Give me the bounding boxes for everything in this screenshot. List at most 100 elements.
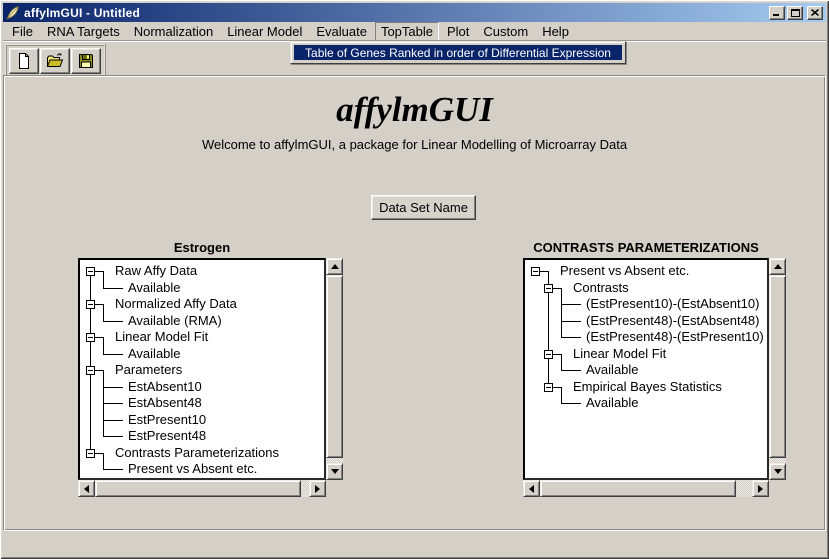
tree-row[interactable]: Available (RMA) xyxy=(84,313,324,330)
menu-title-rna-targets[interactable]: RNA Targets xyxy=(41,22,126,41)
tree-row[interactable]: Present vs Absent etc. xyxy=(529,263,767,280)
tree-node-label[interactable]: Linear Model Fit xyxy=(573,346,666,363)
tree-node-label[interactable]: Contrasts Parameterizations xyxy=(115,445,279,462)
tree-node-label[interactable]: EstAbsent48 xyxy=(128,395,202,412)
scroll-left-button[interactable] xyxy=(523,480,540,497)
right-tree-heading: CONTRASTS PARAMETERIZATIONS xyxy=(523,240,769,256)
tree-row[interactable]: Parameters xyxy=(84,362,324,379)
menu-title-custom[interactable]: Custom xyxy=(477,22,534,41)
tree-node-label[interactable]: Available xyxy=(586,362,639,379)
tree-row[interactable]: EstAbsent10 xyxy=(84,379,324,396)
left-vertical-scrollbar[interactable] xyxy=(326,258,343,480)
menu-title-toptable[interactable]: TopTable xyxy=(375,22,439,41)
tree-node-label[interactable]: Present vs Absent etc. xyxy=(560,263,689,280)
scrollbar-thumb[interactable] xyxy=(540,480,736,497)
tree-expand-box-icon[interactable] xyxy=(542,280,555,297)
scrollbar-thumb[interactable] xyxy=(326,275,343,458)
tree-line xyxy=(542,313,555,330)
tree-line xyxy=(555,329,568,346)
scroll-right-button[interactable] xyxy=(752,480,769,497)
tree-node-label[interactable]: EstPresent48 xyxy=(128,428,206,445)
tree-node-label[interactable]: Available xyxy=(128,280,181,297)
tree-row[interactable]: EstAbsent48 xyxy=(84,395,324,412)
tree-line xyxy=(97,329,110,346)
tree-expand-box-icon[interactable] xyxy=(529,263,542,280)
tree-node-label[interactable]: Present vs Absent etc. xyxy=(128,461,257,478)
tree-row[interactable]: (EstPresent48)-(EstPresent10) xyxy=(529,329,767,346)
tree-node-label[interactable]: Available (RMA) xyxy=(128,313,222,330)
app-title: affylmGUI xyxy=(0,90,829,130)
tree-node-label[interactable]: EstPresent10 xyxy=(128,412,206,429)
title-bar[interactable]: affylmGUI - Untitled xyxy=(3,3,826,22)
toolbar xyxy=(5,44,106,78)
tree-expand-box-icon[interactable] xyxy=(542,346,555,363)
tree-expand-box-icon[interactable] xyxy=(84,329,97,346)
maximize-button[interactable] xyxy=(787,6,803,20)
tree-node-label[interactable]: Normalized Affy Data xyxy=(115,296,237,313)
right-tree-listbox[interactable]: Present vs Absent etc.Contrasts(EstPrese… xyxy=(523,258,769,480)
tree-row[interactable]: Linear Model Fit xyxy=(529,346,767,363)
menu-title-file[interactable]: File xyxy=(6,22,39,41)
scroll-right-button[interactable] xyxy=(309,480,326,497)
tree-row[interactable]: Available xyxy=(529,395,767,412)
tree-line xyxy=(97,395,110,412)
tree-line xyxy=(97,362,110,379)
tree-row[interactable]: Available xyxy=(529,362,767,379)
tree-row[interactable]: (EstPresent48)-(EstAbsent48) xyxy=(529,313,767,330)
tree-node-label[interactable]: (EstPresent10)-(EstAbsent10) xyxy=(586,296,759,313)
scrollbar-thumb[interactable] xyxy=(769,275,786,458)
tree-node-label[interactable]: Linear Model Fit xyxy=(115,329,208,346)
tree-expand-box-icon[interactable] xyxy=(84,445,97,462)
tree-row[interactable]: Available xyxy=(84,280,324,297)
close-button[interactable] xyxy=(807,6,823,20)
tree-row[interactable]: Linear Model Fit xyxy=(84,329,324,346)
tree-row[interactable]: Normalized Affy Data xyxy=(84,296,324,313)
scrollbar-thumb[interactable] xyxy=(95,480,301,497)
tree-row[interactable]: Contrasts xyxy=(529,280,767,297)
tree-node-label[interactable]: (EstPresent48)-(EstPresent10) xyxy=(586,329,764,346)
tree-row[interactable]: EstPresent10 xyxy=(84,412,324,429)
tree-line xyxy=(529,346,542,363)
tree-row[interactable]: Present vs Absent etc. xyxy=(84,461,324,478)
tree-row[interactable]: Available xyxy=(84,346,324,363)
tree-row[interactable]: Contrasts Parameterizations xyxy=(84,445,324,462)
tree-node-label[interactable]: Raw Affy Data xyxy=(115,263,197,280)
tree-node-label[interactable]: (EstPresent48)-(EstAbsent48) xyxy=(586,313,759,330)
data-set-name-button[interactable]: Data Set Name xyxy=(371,195,476,220)
scroll-up-button[interactable] xyxy=(326,258,343,275)
tree-expand-box-icon[interactable] xyxy=(84,362,97,379)
minimize-button[interactable] xyxy=(769,6,785,20)
menu-title-normalization[interactable]: Normalization xyxy=(128,22,219,41)
tree-expand-box-icon[interactable] xyxy=(84,263,97,280)
menu-title-linear-model[interactable]: Linear Model xyxy=(221,22,308,41)
tree-node-label[interactable]: Parameters xyxy=(115,362,182,379)
scroll-up-button[interactable] xyxy=(769,258,786,275)
left-tree-listbox[interactable]: Raw Affy DataAvailableNormalized Affy Da… xyxy=(78,258,326,480)
tree-expand-box-icon[interactable] xyxy=(542,379,555,396)
menu-title-plot[interactable]: Plot xyxy=(441,22,475,41)
tree-row[interactable]: (EstPresent10)-(EstAbsent10) xyxy=(529,296,767,313)
right-horizontal-scrollbar[interactable] xyxy=(523,480,769,497)
scroll-left-button[interactable] xyxy=(78,480,95,497)
tree-node-label[interactable]: Empirical Bayes Statistics xyxy=(573,379,722,396)
tree-node-label[interactable]: Available xyxy=(128,346,181,363)
scroll-down-button[interactable] xyxy=(769,463,786,480)
tree-expand-box-icon[interactable] xyxy=(84,296,97,313)
left-horizontal-scrollbar[interactable] xyxy=(78,480,326,497)
tree-line xyxy=(84,412,97,429)
new-file-button[interactable] xyxy=(9,48,39,74)
tree-row[interactable]: Raw Affy Data xyxy=(84,263,324,280)
menu-title-help[interactable]: Help xyxy=(536,22,575,41)
open-file-button[interactable] xyxy=(40,48,70,74)
tree-row[interactable]: Empirical Bayes Statistics xyxy=(529,379,767,396)
scroll-down-button[interactable] xyxy=(326,463,343,480)
tree-row[interactable]: EstPresent48 xyxy=(84,428,324,445)
right-vertical-scrollbar[interactable] xyxy=(769,258,786,480)
menu-title-evaluate[interactable]: Evaluate xyxy=(310,22,373,41)
tree-node-label[interactable]: Available xyxy=(586,395,639,412)
menu-item-toptable-ranked-genes[interactable]: Table of Genes Ranked in order of Differ… xyxy=(294,45,622,60)
tree-line xyxy=(555,379,568,396)
tree-node-label[interactable]: Contrasts xyxy=(573,280,629,297)
save-file-button[interactable] xyxy=(71,48,101,74)
tree-node-label[interactable]: EstAbsent10 xyxy=(128,379,202,396)
